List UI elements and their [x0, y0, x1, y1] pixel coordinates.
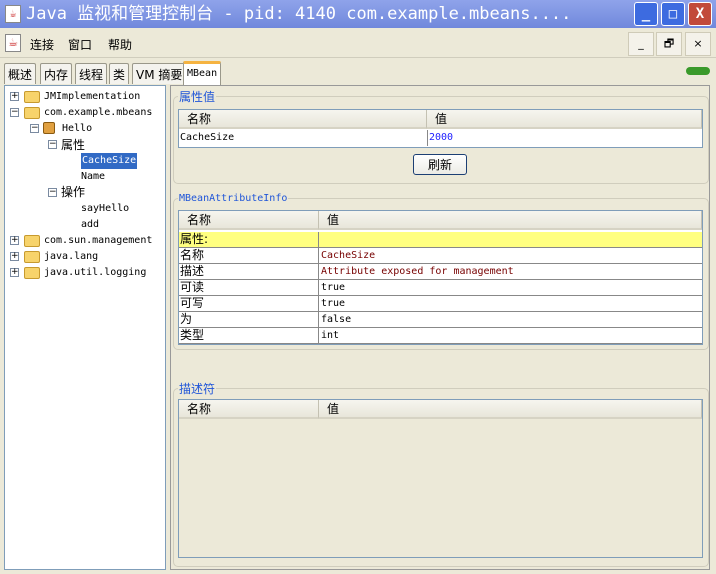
- java-icon: ☕: [5, 34, 21, 52]
- info-value: Attribute exposed for management: [321, 266, 514, 277]
- table-row[interactable]: 可读 true: [179, 280, 702, 296]
- collapse-icon[interactable]: −: [10, 108, 19, 117]
- minimize-button[interactable]: _: [634, 2, 658, 26]
- column-header-name[interactable]: 名称: [179, 110, 427, 129]
- section-title: 描述符: [179, 382, 216, 396]
- menu-help[interactable]: 帮助: [108, 36, 132, 53]
- info-name: 类型: [179, 328, 319, 344]
- collapse-icon[interactable]: −: [48, 140, 57, 149]
- table-row[interactable]: 属性:: [179, 232, 702, 248]
- info-name: 为: [179, 312, 319, 328]
- tab-classes[interactable]: 类: [109, 63, 130, 84]
- tab-vm-summary[interactable]: VM 摘要: [132, 63, 187, 84]
- column-header-name[interactable]: 名称: [179, 400, 319, 419]
- menu-window[interactable]: 窗口: [68, 36, 92, 53]
- menu-bar: ☕ 连接 窗口 帮助: [0, 28, 716, 58]
- tree-node-com-example-mbeans[interactable]: com.example.mbeans: [44, 105, 152, 121]
- tree-node-hello[interactable]: Hello: [62, 121, 92, 137]
- info-name: 可读: [179, 280, 319, 296]
- info-value: true: [321, 298, 346, 309]
- expand-icon[interactable]: +: [10, 252, 19, 261]
- descriptor-table[interactable]: 名称 值: [178, 399, 703, 558]
- table-row[interactable]: 类型 int: [179, 328, 702, 344]
- table-row[interactable]: 为 false: [179, 312, 702, 328]
- folder-icon: [24, 91, 40, 103]
- folder-icon: [24, 251, 40, 263]
- column-header-value[interactable]: 值: [427, 110, 702, 129]
- section-title: 属性值: [179, 90, 216, 104]
- tree-node-attributes[interactable]: 属性: [61, 137, 85, 153]
- tree-node-jmimplementation[interactable]: JMImplementation: [44, 89, 140, 105]
- info-name: 属性:: [179, 232, 319, 248]
- title-bar: ☕ Java 监视和管理控制台 - pid: 4140 com.example.…: [0, 0, 716, 28]
- collapse-icon[interactable]: −: [48, 188, 57, 197]
- expand-icon[interactable]: +: [10, 268, 19, 277]
- info-value: int: [321, 330, 340, 341]
- info-value: false: [321, 314, 352, 325]
- info-value: CacheSize: [321, 250, 376, 261]
- attribute-name: CacheSize: [180, 132, 235, 143]
- tree-node-cachesize[interactable]: CacheSize: [81, 153, 138, 169]
- tab-mbean[interactable]: MBean: [183, 61, 222, 85]
- inner-restore-button[interactable]: 🗗: [656, 32, 682, 56]
- expand-icon[interactable]: +: [10, 236, 19, 245]
- info-value: true: [321, 282, 346, 293]
- maximize-button[interactable]: □: [661, 2, 685, 26]
- folder-icon: [24, 267, 40, 279]
- tab-overview[interactable]: 概述: [4, 63, 37, 84]
- tree-node-name[interactable]: Name: [81, 169, 105, 185]
- column-header-name[interactable]: 名称: [179, 211, 319, 230]
- table-row[interactable]: 描述 Attribute exposed for management: [179, 264, 702, 280]
- info-name: 可写: [179, 296, 319, 312]
- window-title: Java 监视和管理控制台 - pid: 4140 com.example.mb…: [26, 4, 572, 24]
- connection-status-icon: [686, 67, 710, 75]
- attribute-info-table[interactable]: 名称 值 属性: 名称 CacheSize 描述 Attribute exposed…: [178, 210, 703, 345]
- java-icon: ☕: [5, 5, 21, 23]
- folder-icon: [24, 107, 40, 119]
- tab-memory[interactable]: 内存: [40, 63, 73, 84]
- expand-icon[interactable]: +: [10, 92, 19, 101]
- attribute-values-table[interactable]: 名称 值 CacheSize 2000: [178, 109, 703, 148]
- mbean-tree[interactable]: + JMImplementation − com.example.mbeans …: [4, 85, 166, 570]
- tree-node-com-sun-management[interactable]: com.sun.management: [44, 233, 152, 249]
- folder-icon: [24, 235, 40, 247]
- attribute-value[interactable]: 2000: [427, 130, 453, 146]
- column-header-value[interactable]: 值: [319, 400, 702, 419]
- tab-threads[interactable]: 线程: [75, 63, 108, 84]
- info-name: 名称: [179, 248, 319, 264]
- section-title: MBeanAttributeInfo: [179, 193, 288, 204]
- tree-node-java-util-logging[interactable]: java.util.logging: [44, 265, 146, 281]
- bean-icon: [43, 122, 55, 134]
- collapse-icon[interactable]: −: [30, 124, 39, 133]
- table-row[interactable]: 名称 CacheSize: [179, 248, 702, 264]
- table-row[interactable]: 可写 true: [179, 296, 702, 312]
- close-button[interactable]: X: [688, 2, 712, 26]
- menu-connect[interactable]: 连接: [30, 36, 54, 53]
- inner-close-button[interactable]: ×: [685, 32, 711, 56]
- refresh-button[interactable]: 刷新: [413, 154, 467, 175]
- info-name: 描述: [179, 264, 319, 280]
- tree-node-add[interactable]: add: [81, 217, 99, 233]
- tree-node-sayhello[interactable]: sayHello: [81, 201, 129, 217]
- tree-node-java-lang[interactable]: java.lang: [44, 249, 98, 265]
- table-row[interactable]: CacheSize 2000: [179, 130, 702, 146]
- inner-minimize-button[interactable]: _: [628, 32, 654, 56]
- tree-node-operations[interactable]: 操作: [61, 184, 85, 200]
- column-header-value[interactable]: 值: [319, 211, 702, 230]
